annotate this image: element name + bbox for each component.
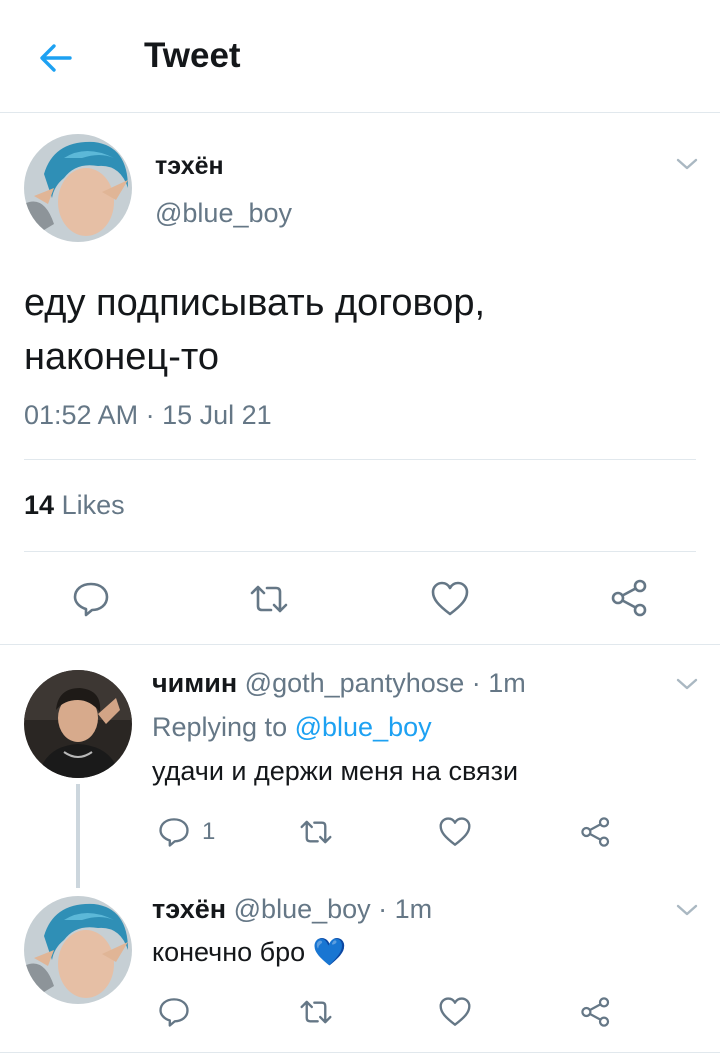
- reply-count: 1: [202, 818, 216, 845]
- display-name[interactable]: тэхён: [152, 894, 226, 924]
- heart-icon: [439, 997, 471, 1026]
- reply-button[interactable]: [158, 996, 190, 1028]
- likes-count-link[interactable]: 14 Likes: [24, 490, 125, 521]
- share-button[interactable]: [580, 816, 612, 848]
- reply-icon: [73, 582, 109, 617]
- reply-header: тэхён @blue_boy · 1m: [152, 894, 432, 925]
- reply-header: чимин @goth_pantyhose · 1m: [152, 668, 526, 699]
- reply-time: · 1m: [378, 894, 433, 924]
- tweet-timestamp[interactable]: 01:52 AM · 15 Jul 21: [24, 400, 272, 431]
- reply-icon: [159, 998, 189, 1027]
- handle[interactable]: @goth_pantyhose: [245, 668, 465, 698]
- chevron-down-icon: [676, 904, 698, 916]
- page-title: Tweet: [144, 36, 241, 75]
- retweet-icon: [250, 585, 288, 613]
- handle[interactable]: @blue_boy: [234, 894, 371, 924]
- thread-line: [76, 784, 80, 888]
- heart-icon: [439, 817, 471, 846]
- tweet-menu-button[interactable]: [675, 898, 699, 922]
- reply-text: удачи и держи меня на связи: [152, 756, 519, 786]
- replying-prefix: Replying to: [152, 712, 288, 742]
- retweet-button[interactable]: [298, 996, 334, 1028]
- reply-text: конечно бро 💙: [152, 936, 346, 968]
- likes-label: Likes: [61, 490, 125, 520]
- share-button[interactable]: [580, 996, 612, 1028]
- blue-heart-emoji: 💙: [312, 937, 347, 967]
- tweet-text: еду подписывать договор, наконец-то: [24, 276, 485, 384]
- retweet-icon: [300, 1000, 332, 1024]
- header-divider: [0, 112, 720, 113]
- replying-to: Replying to @blue_boy: [152, 712, 432, 743]
- share-button[interactable]: [610, 578, 650, 618]
- reply-icon: [159, 818, 189, 847]
- handle[interactable]: @blue_boy: [155, 198, 292, 229]
- like-button[interactable]: [430, 580, 470, 618]
- chevron-down-icon: [676, 158, 698, 170]
- share-icon: [581, 997, 610, 1027]
- retweet-icon: [300, 820, 332, 844]
- display-name[interactable]: чимин: [152, 668, 237, 698]
- like-button[interactable]: [438, 816, 472, 848]
- display-name[interactable]: тэхён: [155, 152, 224, 181]
- divider: [0, 1052, 720, 1053]
- tweet-menu-button[interactable]: [675, 152, 699, 176]
- reply-text-content: конечно бро: [152, 937, 306, 967]
- chevron-down-icon: [676, 678, 698, 690]
- share-icon: [581, 817, 610, 847]
- avatar[interactable]: [24, 134, 132, 242]
- reply-button[interactable]: [72, 580, 110, 618]
- arrow-left-icon: [40, 44, 72, 72]
- retweet-button[interactable]: [248, 580, 290, 618]
- likes-count: 14: [24, 490, 55, 520]
- like-button[interactable]: [438, 996, 472, 1028]
- divider: [0, 644, 720, 645]
- tweet-text-line: еду подписывать договор,: [24, 282, 486, 324]
- avatar[interactable]: [24, 896, 132, 1004]
- divider: [24, 459, 696, 460]
- reply-button[interactable]: 1: [158, 816, 215, 848]
- share-icon: [611, 579, 647, 617]
- tweet-text-line: наконец-то: [24, 336, 219, 378]
- reply-time: · 1m: [471, 668, 526, 698]
- avatar[interactable]: [24, 670, 132, 778]
- heart-icon: [431, 581, 469, 616]
- tweet-menu-button[interactable]: [675, 672, 699, 696]
- back-button[interactable]: [36, 38, 76, 78]
- divider: [24, 551, 696, 552]
- retweet-button[interactable]: [298, 816, 334, 848]
- replying-handle-link[interactable]: @blue_boy: [295, 712, 432, 742]
